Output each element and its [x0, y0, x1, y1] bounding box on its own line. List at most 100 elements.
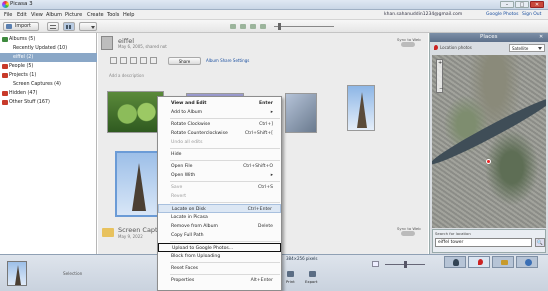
map-zoom-out[interactable]: −: [439, 86, 443, 92]
sync-toggle-icon[interactable]: [401, 231, 415, 236]
next-icon[interactable]: [260, 24, 266, 29]
context-menu-item[interactable]: Rotate Clockwise Ctrl+]: [158, 120, 281, 129]
view-dropdown-button[interactable]: [79, 22, 97, 31]
sync-toggle-icon[interactable]: [401, 42, 415, 47]
context-menu-item[interactable]: Rotate Counterclockwise Ctrl+Shift+[: [158, 129, 281, 138]
sidebar-item-label: Recently Updated (10): [13, 46, 68, 51]
expand-toggle-icon[interactable]: [2, 100, 8, 105]
context-menu-item[interactable]: View and Edit Enter: [158, 99, 281, 108]
menu-view[interactable]: View: [31, 12, 43, 18]
menu-create[interactable]: Create: [87, 12, 104, 18]
context-menu-shortcut: Ctrl+Shift+[: [244, 131, 273, 136]
print-album-icon[interactable]: [150, 57, 157, 64]
album-share-settings[interactable]: Album Share Settings: [206, 58, 249, 63]
collage-icon[interactable]: [130, 57, 137, 64]
context-menu-item[interactable]: Upload to Google Photos...: [158, 243, 281, 252]
menu-separator: [170, 202, 280, 203]
more-button[interactable]: Share: [168, 57, 201, 65]
places-panel: Places ✕ Location photos Satellite + − S…: [429, 33, 548, 254]
context-menu-item[interactable]: Copy Full Path: [158, 231, 281, 240]
menu-file[interactable]: File: [4, 12, 12, 18]
play-slideshow-icon[interactable]: [110, 57, 117, 64]
photo-thumbnail-apple[interactable]: [107, 91, 164, 133]
edit-album-icon[interactable]: [120, 57, 127, 64]
context-menu-item[interactable]: Properties Alt+Enter: [158, 276, 281, 285]
print-icon[interactable]: [287, 271, 294, 277]
tray-tab-places[interactable]: [468, 256, 490, 268]
tray-tab-people[interactable]: [444, 256, 466, 268]
import-button[interactable]: Import: [3, 22, 39, 31]
expand-toggle-icon[interactable]: [2, 37, 8, 42]
menu-edit[interactable]: Edit: [17, 12, 27, 18]
google-photos-link[interactable]: Google Photos: [486, 12, 518, 17]
context-menu-shortcut: Enter: [259, 101, 273, 106]
map-type-select[interactable]: Satellite: [509, 44, 545, 52]
view-list-button[interactable]: [47, 22, 59, 31]
tray-thumbnail[interactable]: [7, 261, 27, 286]
sign-out-link[interactable]: Sign Out: [522, 12, 541, 17]
rotate-right-icon[interactable]: [240, 24, 246, 29]
close-button[interactable]: ✕: [530, 1, 544, 8]
view-grid-button[interactable]: [63, 22, 75, 31]
previous-icon[interactable]: [250, 24, 256, 29]
photo-thumbnail-eiffel-collage[interactable]: [285, 93, 317, 133]
sidebar-item[interactable]: eiffel (2): [0, 53, 97, 62]
picasa-logo-icon: [2, 1, 9, 8]
places-search-input[interactable]: eiffel tower: [435, 238, 532, 247]
tray-play-icon[interactable]: [372, 261, 379, 267]
tray-tab-tags[interactable]: [492, 256, 514, 268]
zoom-slider[interactable]: [274, 26, 334, 27]
menu-tools[interactable]: Tools: [107, 12, 119, 18]
location-pin-icon: [434, 45, 438, 50]
sidebar-group[interactable]: Albums (5): [0, 35, 97, 44]
photo-thumbnail-selected[interactable]: [115, 151, 161, 217]
import-label: Import: [15, 24, 31, 29]
menu-album[interactable]: Album: [46, 12, 62, 18]
rotate-left-icon[interactable]: [230, 24, 236, 29]
export-label[interactable]: Export: [305, 279, 317, 284]
expand-toggle-icon[interactable]: [2, 91, 8, 96]
export-icon[interactable]: [309, 271, 316, 277]
tray-tab-info[interactable]: [516, 256, 538, 268]
context-menu-item[interactable]: Open With ▸: [158, 171, 281, 180]
menu-picture[interactable]: Picture: [65, 12, 82, 18]
tray-zoom-thumb[interactable]: [404, 261, 407, 268]
context-menu-item[interactable]: Open File Ctrl+Shift+O: [158, 162, 281, 171]
satellite-map[interactable]: + −: [432, 55, 546, 228]
album-description[interactable]: Add a description: [109, 73, 144, 78]
context-menu-item[interactable]: Add to Album ▸: [158, 108, 281, 117]
sidebar-group[interactable]: Other Stuff (167): [0, 98, 97, 107]
context-menu-item-label: Open With: [171, 173, 196, 178]
sidebar-group[interactable]: Hidden (47): [0, 89, 97, 98]
context-menu-item[interactable]: Locate in Picasa: [158, 213, 281, 222]
context-menu-item[interactable]: Block from Uploading: [158, 252, 281, 261]
expand-toggle-icon[interactable]: [2, 73, 8, 78]
sidebar-item[interactable]: Recently Updated (10): [0, 44, 97, 53]
map-zoom-control[interactable]: + −: [436, 59, 443, 93]
email-icon[interactable]: [140, 57, 147, 64]
context-menu-item[interactable]: Locate on Disk Ctrl+Enter: [158, 204, 281, 213]
context-menu-item[interactable]: Remove from Album Delete: [158, 222, 281, 231]
context-menu-item[interactable]: Revert: [158, 192, 281, 201]
context-menu-item[interactable]: Save Ctrl+S: [158, 183, 281, 192]
map-marker-icon[interactable]: [486, 159, 491, 164]
folder-icon: [102, 228, 114, 237]
menu-separator: [170, 160, 280, 161]
sidebar-item[interactable]: Screen Captures (4): [0, 80, 97, 89]
zoom-slider-thumb[interactable]: [278, 23, 281, 30]
sidebar-group[interactable]: Projects (1): [0, 71, 97, 80]
context-menu-item[interactable]: Undo all edits: [158, 138, 281, 147]
places-search-button[interactable]: 🔍: [535, 238, 545, 247]
places-search-label: Search for location: [435, 231, 471, 236]
sidebar-group[interactable]: People (5): [0, 62, 97, 71]
places-close-button[interactable]: ✕: [539, 34, 543, 40]
menu-help[interactable]: Help: [123, 12, 134, 18]
print-label[interactable]: Print: [286, 279, 295, 284]
photo-thumbnail-eiffel-tower[interactable]: [347, 85, 375, 131]
context-menu-item[interactable]: Hide: [158, 150, 281, 159]
expand-toggle-icon[interactable]: [2, 64, 8, 69]
map-zoom-in[interactable]: +: [438, 60, 442, 66]
context-menu-item[interactable]: Reset Faces: [158, 264, 281, 273]
maximize-button[interactable]: □: [515, 1, 529, 8]
minimize-button[interactable]: –: [500, 1, 514, 8]
